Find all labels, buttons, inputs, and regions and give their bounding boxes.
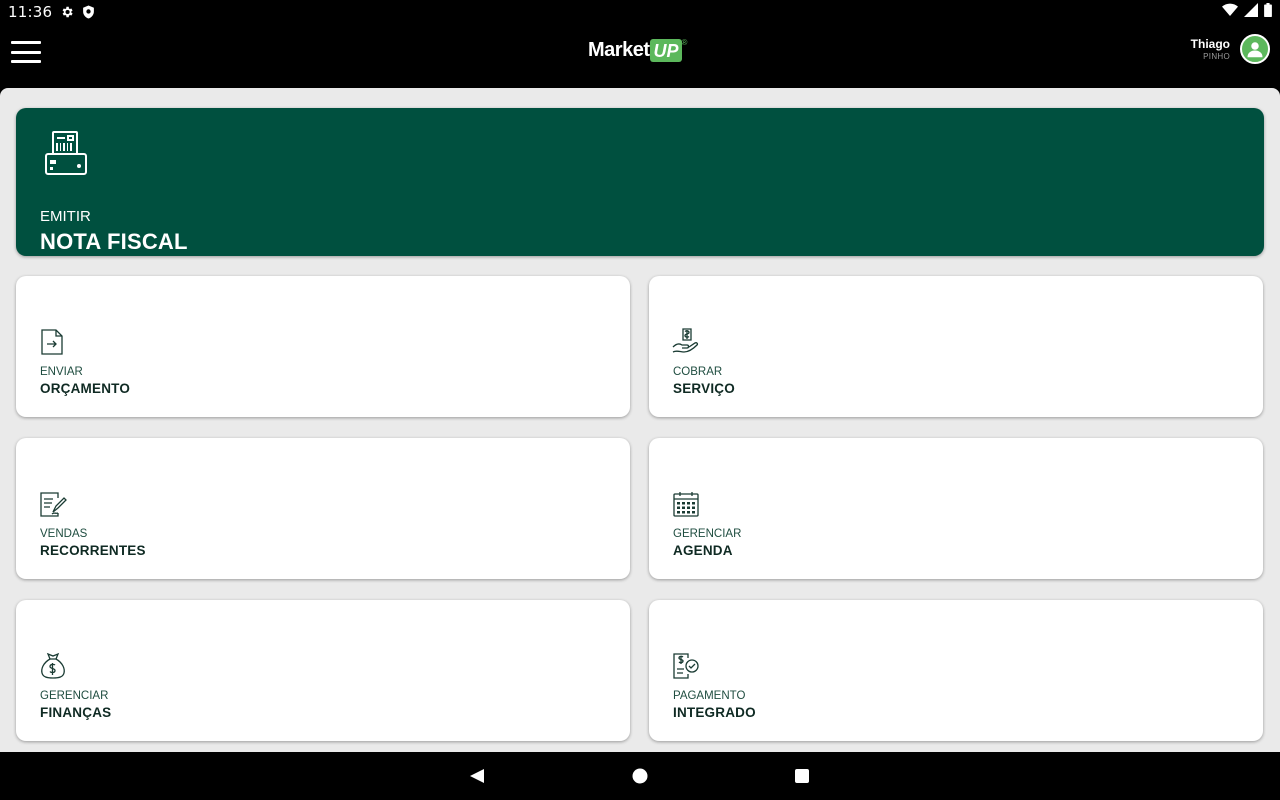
menu-icon-line bbox=[11, 41, 41, 44]
document-sign-icon bbox=[39, 490, 67, 518]
recurring-sales-kicker: VENDAS bbox=[40, 528, 88, 540]
integrated-payment-title: INTEGRADO bbox=[673, 705, 756, 720]
money-bag-icon bbox=[39, 652, 67, 680]
payment-check-icon bbox=[672, 652, 700, 680]
user-names: Thiago PINHO bbox=[1191, 38, 1230, 61]
logo-registered-mark: ® bbox=[681, 38, 688, 47]
charge-service-title: SERVIÇO bbox=[673, 381, 735, 396]
app-bar: Market UP ® Thiago PINHO bbox=[0, 24, 1280, 88]
menu-icon-line bbox=[11, 50, 41, 54]
settings-icon bbox=[60, 5, 74, 19]
send-quote-card[interactable]: ENVIAR ORÇAMENTO bbox=[16, 276, 630, 417]
status-time: 11:36 bbox=[8, 3, 53, 21]
user-name: Thiago bbox=[1190, 36, 1230, 51]
logo-badge: UP bbox=[650, 38, 682, 62]
charge-service-kicker: COBRAR bbox=[673, 366, 723, 378]
emit-invoice-kicker: EMITIR bbox=[40, 208, 91, 225]
person-icon bbox=[1247, 42, 1263, 58]
manage-finances-card[interactable]: GERENCIAR FINANÇAS bbox=[16, 600, 630, 741]
home-icon[interactable] bbox=[630, 766, 650, 786]
battery-icon bbox=[1264, 2, 1272, 22]
manage-schedule-title: AGENDA bbox=[673, 543, 733, 558]
manage-schedule-card[interactable]: GERENCIAR AGENDA bbox=[649, 438, 1263, 579]
integrated-payment-card[interactable]: PAGAMENTO INTEGRADO bbox=[649, 600, 1263, 741]
hand-money-icon bbox=[672, 328, 700, 356]
logo-text: Market bbox=[588, 38, 650, 61]
send-quote-kicker: ENVIAR bbox=[40, 366, 83, 378]
calendar-icon bbox=[672, 490, 700, 518]
user-subtitle: PINHO bbox=[1203, 51, 1230, 61]
avatar[interactable] bbox=[1240, 34, 1270, 64]
recents-icon[interactable] bbox=[792, 766, 812, 786]
shield-icon bbox=[82, 5, 95, 19]
emit-invoice-card[interactable]: EMITIR NOTA FISCAL bbox=[16, 108, 1264, 256]
menu-icon-line bbox=[11, 60, 41, 63]
cash-register-icon bbox=[40, 128, 90, 183]
system-nav-bar bbox=[0, 752, 1280, 800]
recurring-sales-card[interactable]: VENDAS RECORRENTES bbox=[16, 438, 630, 579]
menu-button[interactable] bbox=[11, 41, 41, 63]
recurring-sales-title: RECORRENTES bbox=[40, 543, 146, 558]
integrated-payment-kicker: PAGAMENTO bbox=[673, 690, 746, 702]
send-quote-title: ORÇAMENTO bbox=[40, 381, 131, 396]
charge-service-card[interactable]: COBRAR SERVIÇO bbox=[649, 276, 1263, 417]
signal-icon bbox=[1244, 2, 1258, 22]
manage-schedule-kicker: GERENCIAR bbox=[673, 528, 742, 540]
dashboard-content: EMITIR NOTA FISCAL ENVIAR ORÇAMENTO COBR… bbox=[0, 88, 1280, 752]
manage-finances-kicker: GERENCIAR bbox=[40, 690, 109, 702]
wifi-icon bbox=[1222, 3, 1238, 22]
document-arrow-icon bbox=[39, 328, 67, 356]
manage-finances-title: FINANÇAS bbox=[40, 705, 112, 720]
back-icon[interactable] bbox=[467, 766, 487, 786]
app-logo: Market UP ® bbox=[588, 36, 687, 64]
user-profile[interactable]: Thiago PINHO bbox=[1191, 34, 1270, 64]
status-bar: 11:36 bbox=[0, 0, 1280, 24]
emit-invoice-title: NOTA FISCAL bbox=[40, 229, 188, 254]
status-right-icons bbox=[1222, 2, 1272, 22]
